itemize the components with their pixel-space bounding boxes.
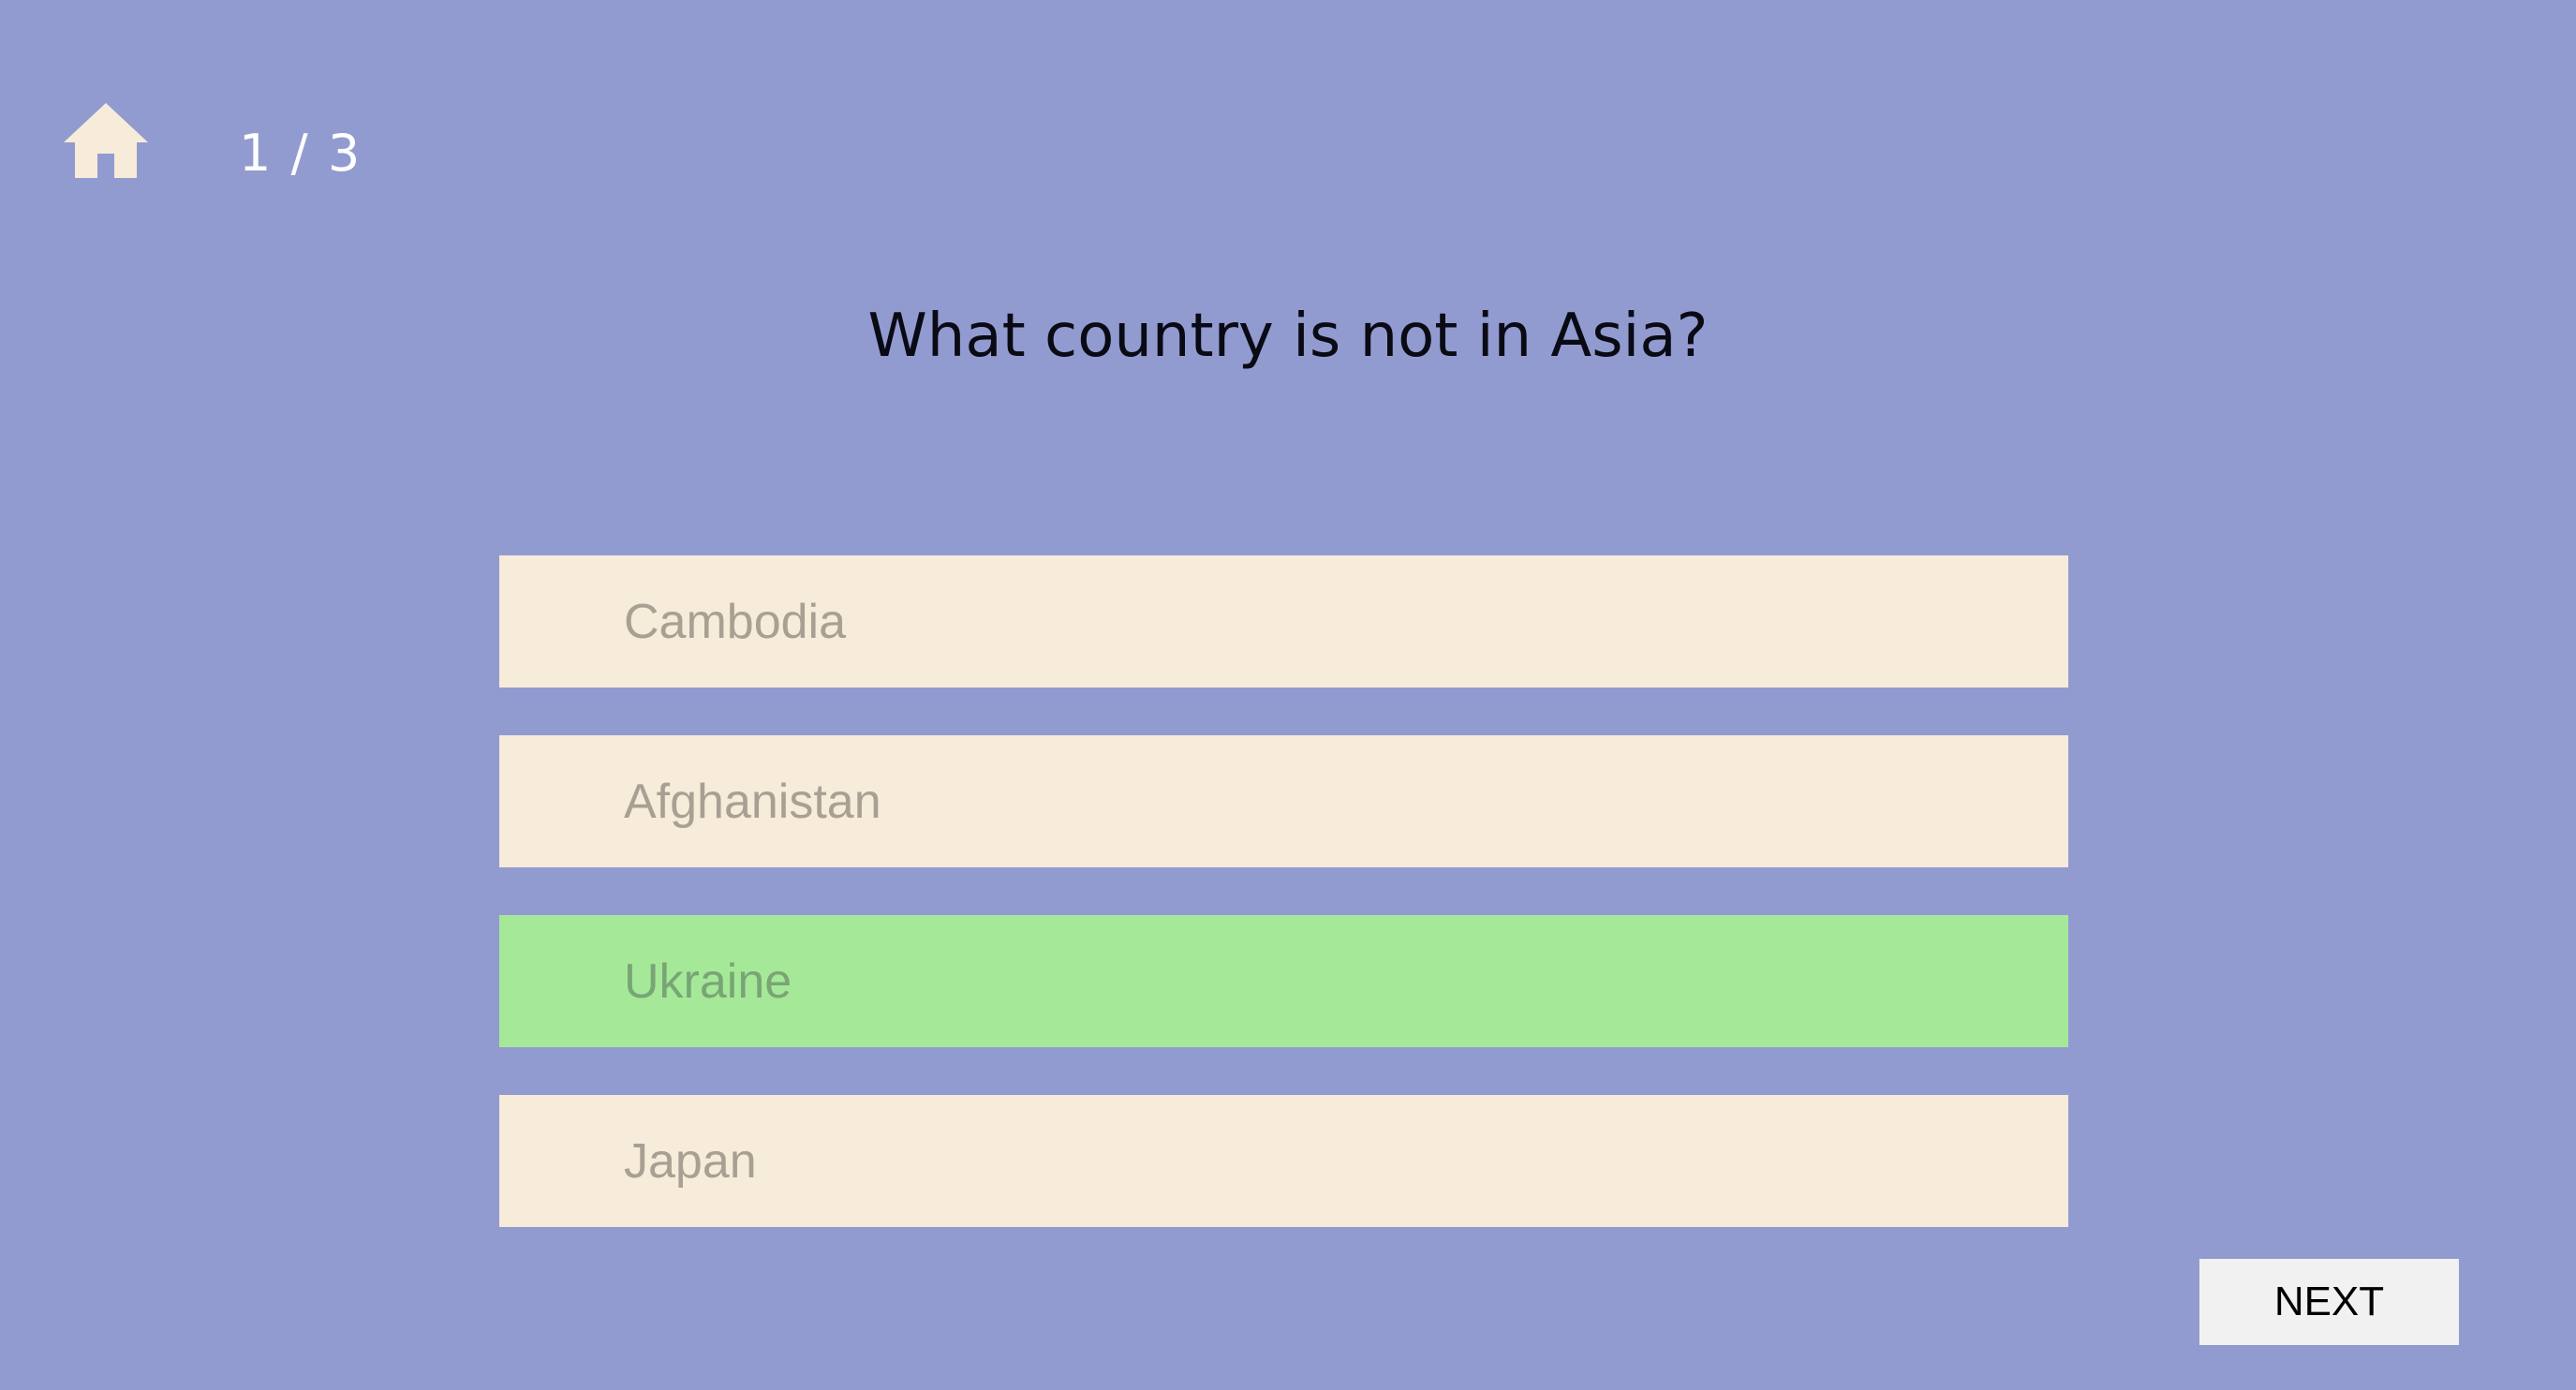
answer-option-label: Ukraine — [624, 954, 792, 1009]
question-progress: 1 / 3 — [239, 124, 363, 183]
question-text: What country is not in Asia? — [867, 302, 1709, 371]
answer-options: Cambodia Afghanistan Ukraine Japan — [499, 555, 2068, 1275]
answer-option-label: Cambodia — [624, 594, 847, 649]
home-icon — [64, 103, 148, 178]
home-button[interactable] — [62, 101, 150, 180]
answer-option-cambodia[interactable]: Cambodia — [499, 555, 2068, 688]
answer-option-ukraine[interactable]: Ukraine — [499, 915, 2068, 1047]
next-button[interactable]: NEXT — [2199, 1259, 2459, 1345]
answer-option-afghanistan[interactable]: Afghanistan — [499, 735, 2068, 867]
answer-option-label: Afghanistan — [624, 774, 881, 829]
answer-option-japan[interactable]: Japan — [499, 1095, 2068, 1227]
next-button-label: NEXT — [2273, 1279, 2385, 1324]
answer-option-label: Japan — [624, 1133, 757, 1189]
